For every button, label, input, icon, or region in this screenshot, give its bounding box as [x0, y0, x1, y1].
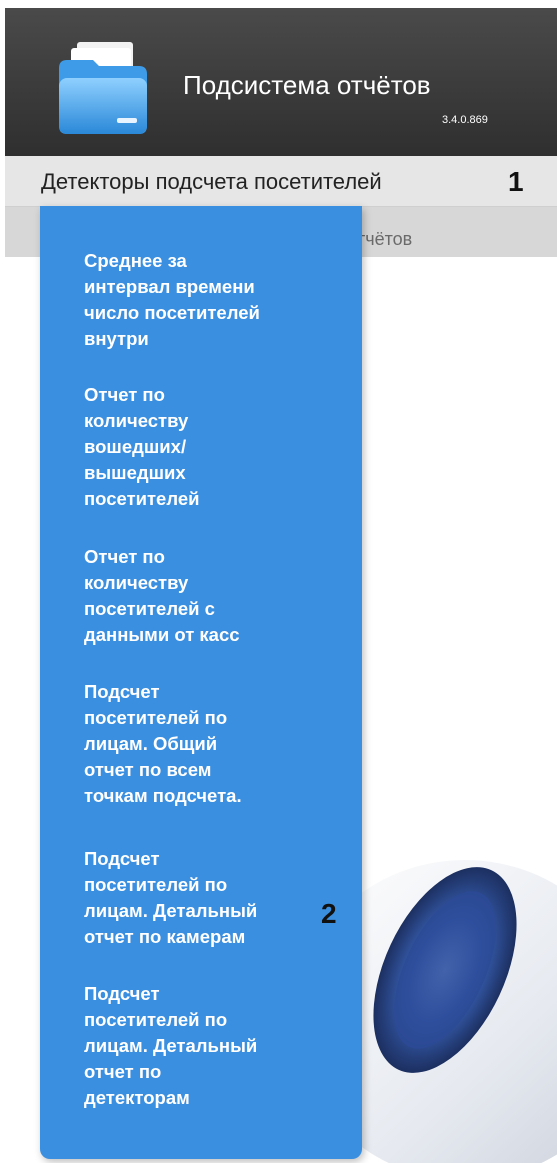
dropdown-item-visitors-cash[interactable]: Отчет по количеству посетителей с данным… [84, 544, 344, 648]
subbar-text: тчётов [357, 229, 413, 249]
menu-item-visitor-counters[interactable]: Детекторы подсчета посетителей [41, 169, 382, 195]
callout-marker-1: 1 [508, 166, 524, 197]
callout-marker-2: 2 [321, 898, 337, 929]
app-header: Подсистема отчётов 3.4.0.869 [5, 8, 557, 156]
folder-icon [59, 42, 147, 134]
app-version: 3.4.0.869 [442, 114, 488, 126]
dropdown-item-faces-cameras[interactable]: Подсчет посетителей по лицам. Детальный … [84, 846, 344, 950]
dropdown-item-faces-detectors[interactable]: Подсчет посетителей по лицам. Детальный … [84, 981, 344, 1111]
dropdown-item-faces-general[interactable]: Подсчет посетителей по лицам. Общий отче… [84, 679, 344, 809]
dropdown-item-entered-exited[interactable]: Отчет по количеству вошедших/ вышедших п… [84, 382, 344, 512]
reports-dropdown-menu: Среднее за интервал времени число посети… [40, 206, 362, 1159]
dropdown-item-average-visitors[interactable]: Среднее за интервал времени число посети… [84, 248, 344, 352]
menu-bar: Детекторы подсчета посетителей 1 [5, 156, 557, 207]
app-title: Подсистема отчётов [183, 70, 431, 100]
